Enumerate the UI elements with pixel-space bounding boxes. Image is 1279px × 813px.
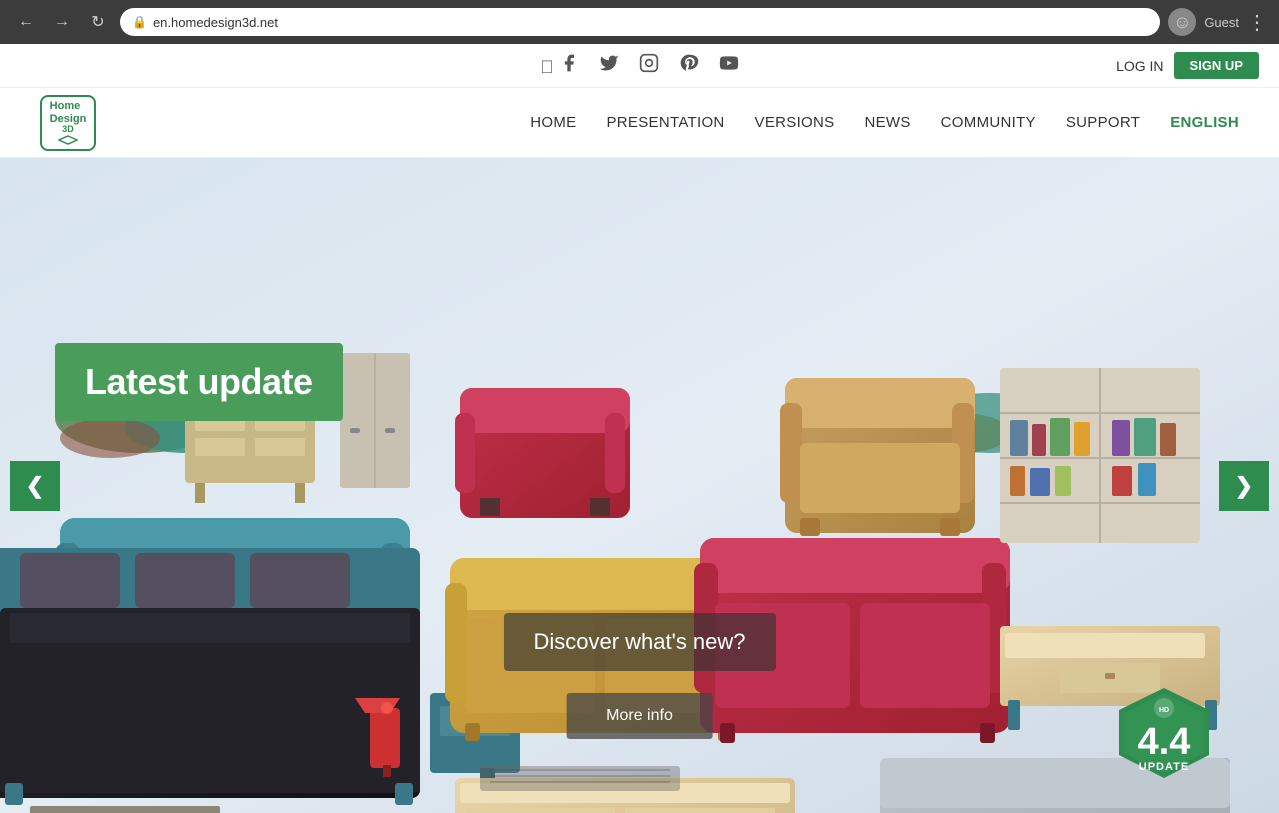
twitter-icon[interactable]	[599, 53, 619, 78]
more-info-button[interactable]: More info	[566, 693, 713, 739]
browser-menu-button[interactable]: ⋮	[1247, 10, 1267, 35]
instagram-icon[interactable]	[639, 53, 659, 78]
auth-buttons: LOG IN SIGN UP	[1116, 52, 1259, 79]
version-number: 4.4	[1138, 723, 1191, 761]
nav-support[interactable]: SUPPORT	[1066, 114, 1140, 131]
nav-presentation[interactable]: PRESENTATION	[606, 114, 724, 131]
back-button[interactable]: ←	[12, 8, 40, 36]
logo[interactable]: HomeDesign 3D	[40, 95, 96, 151]
pinterest-icon[interactable]	[679, 53, 699, 78]
lock-icon: 🔒	[132, 15, 147, 29]
youtube-icon[interactable]	[719, 53, 739, 78]
social-icons-group: 	[540, 53, 739, 78]
url-bar[interactable]: 🔒 en.homedesign3d.net	[120, 8, 1160, 36]
next-arrow-button[interactable]: ❯	[1219, 461, 1269, 511]
prev-arrow-button[interactable]: ❮	[10, 461, 60, 511]
latest-update-badge: Latest update	[55, 343, 343, 421]
user-name: Guest	[1204, 15, 1239, 30]
logo-diamond-icon	[58, 135, 78, 145]
signup-button[interactable]: SIGN UP	[1174, 52, 1259, 79]
login-button[interactable]: LOG IN	[1116, 58, 1163, 74]
nav-news[interactable]: NEWS	[864, 114, 910, 131]
forward-button[interactable]: →	[48, 8, 76, 36]
url-text: en.homedesign3d.net	[153, 15, 278, 30]
discover-text: Discover what's new?	[533, 629, 745, 654]
facebook-icon[interactable]: 	[540, 53, 579, 78]
nav-english[interactable]: ENGLISH	[1170, 114, 1239, 131]
logo-box[interactable]: HomeDesign 3D	[40, 95, 96, 151]
nav-links: HOME PRESENTATION VERSIONS NEWS COMMUNIT…	[530, 114, 1239, 131]
logo-version: 3D	[62, 125, 74, 135]
nav-versions[interactable]: VERSIONS	[755, 114, 835, 131]
logo-title: HomeDesign	[50, 100, 87, 124]
latest-update-text: Latest update	[85, 361, 313, 402]
reload-button[interactable]: ↻	[84, 8, 112, 36]
discover-box: Discover what's new?	[503, 613, 775, 671]
top-social-bar:  LOG IN SIGN UP	[0, 44, 1279, 88]
nav-home[interactable]: HOME	[530, 114, 576, 131]
user-avatar-icon[interactable]: ☺	[1168, 8, 1196, 36]
version-badge: HD 4.4 UPDATE	[1109, 683, 1219, 793]
hero-section: Latest update Discover what's new? More …	[0, 158, 1279, 813]
version-update-label: UPDATE	[1139, 761, 1189, 773]
version-content: 4.4 UPDATE	[1109, 683, 1219, 793]
user-area: ☺ Guest ⋮	[1168, 8, 1267, 36]
nav-community[interactable]: COMMUNITY	[941, 114, 1036, 131]
browser-chrome: ← → ↻ 🔒 en.homedesign3d.net ☺ Guest ⋮	[0, 0, 1279, 44]
main-navigation: HomeDesign 3D HOME PRESENTATION VERSIONS…	[0, 88, 1279, 158]
